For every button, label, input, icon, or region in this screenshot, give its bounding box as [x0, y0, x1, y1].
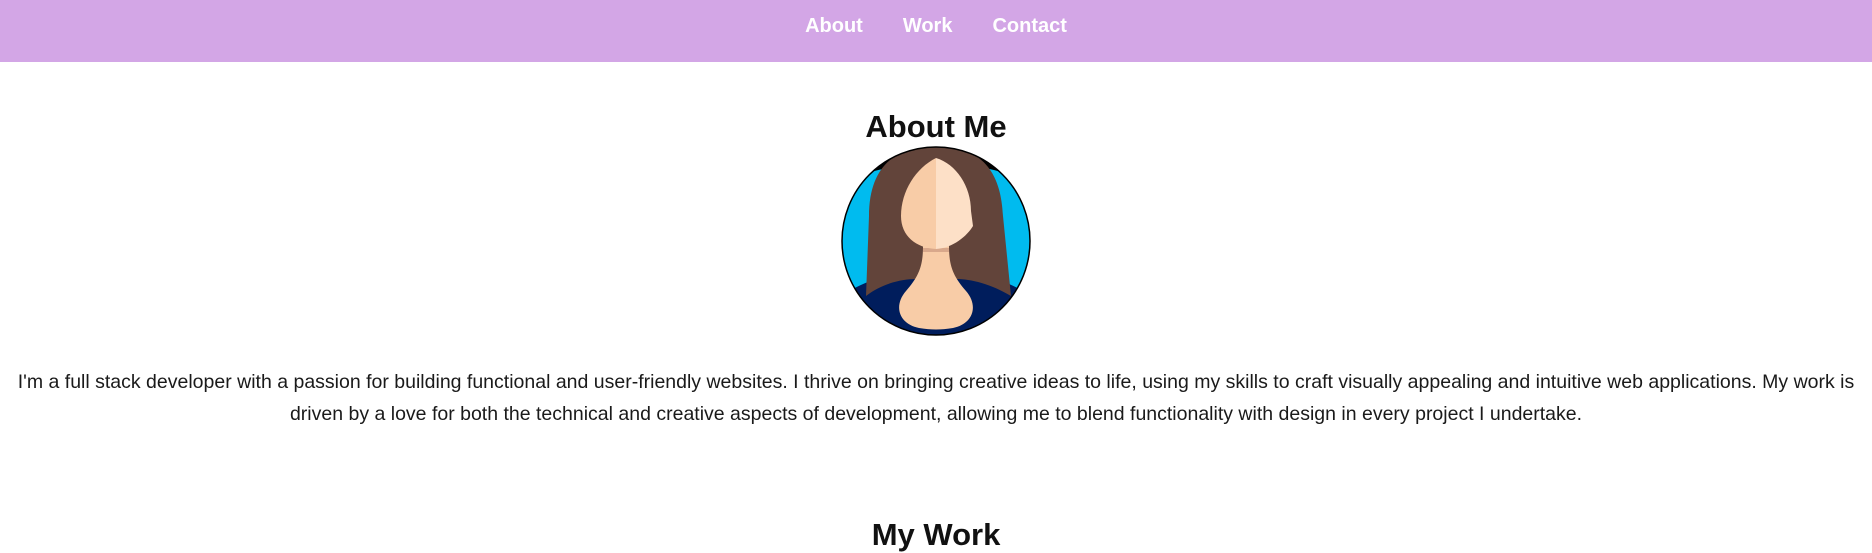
nav-link-about[interactable]: About [805, 15, 863, 37]
nav-item-work: Work [903, 15, 953, 37]
nav-link-contact[interactable]: Contact [992, 15, 1066, 37]
nav-link-work[interactable]: Work [903, 15, 953, 37]
top-navbar: About Work Contact [0, 0, 1872, 62]
about-heading: About Me [865, 109, 1007, 144]
woman-avatar-icon [841, 146, 1031, 336]
about-description: I'm a full stack developer with a passio… [17, 371, 1855, 425]
nav-item-about: About [805, 15, 863, 37]
about-section: About Me I'm a full stack developer with… [0, 110, 1872, 430]
nav-item-contact: Contact [992, 15, 1066, 37]
nav-menu: About Work Contact [805, 15, 1067, 37]
work-section: My Work [0, 518, 1872, 552]
work-heading: My Work [871, 517, 1001, 552]
